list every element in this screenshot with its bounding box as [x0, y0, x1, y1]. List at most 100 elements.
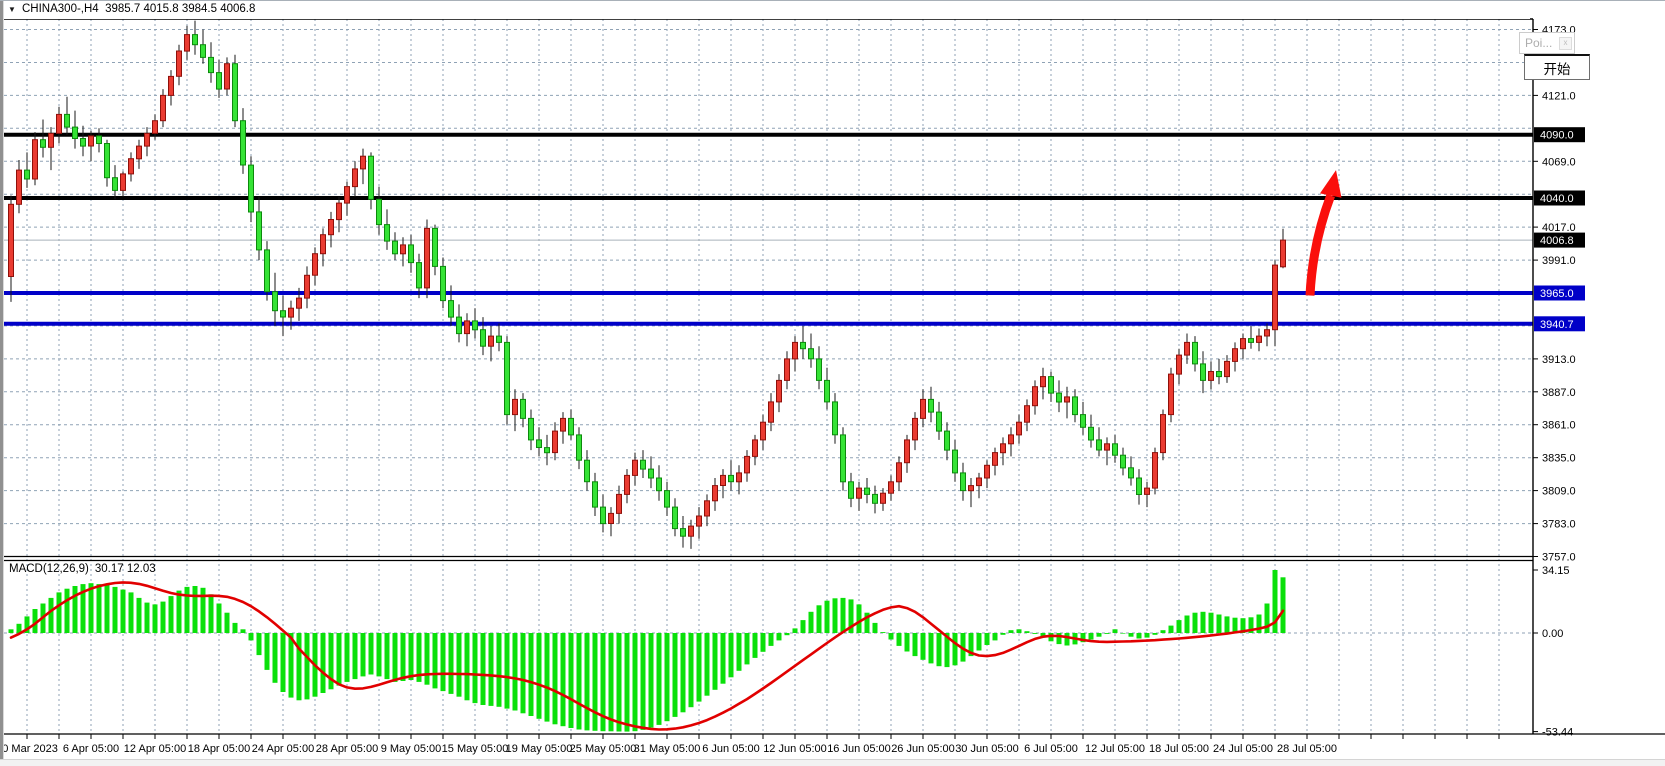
- candle: [953, 440, 958, 482]
- candle: [217, 60, 222, 98]
- macd-bar: [505, 633, 510, 709]
- macd-bar: [833, 598, 838, 633]
- time-label: 30 Jun 05:00: [955, 743, 1019, 755]
- macd-bar: [297, 633, 302, 700]
- macd-bar: [793, 628, 798, 633]
- candle: [1193, 336, 1198, 371]
- candle: [897, 456, 902, 490]
- candle: [1033, 380, 1038, 414]
- macd-histogram: [9, 570, 1286, 732]
- macd-bar: [737, 633, 742, 671]
- candle: [465, 313, 470, 346]
- candle: [865, 478, 870, 503]
- candle: [729, 460, 734, 490]
- macd-bar: [1209, 613, 1214, 633]
- candle: [617, 486, 622, 524]
- candle: [353, 161, 358, 196]
- macd-bar: [153, 604, 158, 633]
- candle: [1041, 368, 1046, 400]
- candle: [49, 127, 54, 170]
- macd-bar: [425, 633, 430, 685]
- candle: [1217, 359, 1222, 384]
- macd-bar: [193, 586, 198, 633]
- time-label: 28 Jul 05:00: [1277, 743, 1337, 755]
- candle: [529, 410, 534, 451]
- chart-canvas[interactable]: 4173.04121.04069.04017.03991.03913.03887…: [0, 1, 1665, 766]
- candle: [673, 498, 678, 536]
- candle: [785, 351, 790, 389]
- macd-bar: [929, 633, 934, 663]
- candle: [1081, 402, 1086, 435]
- macd-bar: [769, 633, 774, 646]
- macd-bar: [753, 633, 758, 658]
- macd-bar: [1105, 633, 1110, 634]
- macd-bar: [1129, 633, 1134, 637]
- macd-bar: [1025, 631, 1030, 633]
- macd-bar: [433, 633, 438, 688]
- macd-bar: [905, 633, 910, 652]
- close-icon[interactable]: x: [1559, 37, 1572, 50]
- time-label: 31 May 05:00: [634, 743, 701, 755]
- candle: [1105, 437, 1110, 465]
- macd-bar: [1089, 633, 1094, 640]
- candle: [329, 212, 334, 248]
- macd-bar: [337, 633, 342, 686]
- candle: [921, 389, 926, 427]
- candle: [1145, 482, 1150, 507]
- time-label: 15 May 05:00: [442, 743, 509, 755]
- up-arrow-annotation[interactable]: [1310, 170, 1342, 295]
- chart-title: CHINA300-,H4 3985.7 4015.8 3984.5 4006.8: [22, 3, 255, 15]
- candle: [777, 374, 782, 412]
- candle: [1121, 448, 1126, 476]
- price-label: 3861.0: [1542, 420, 1576, 432]
- candle: [17, 160, 22, 213]
- candle: [1209, 361, 1214, 389]
- macd-bar: [1065, 633, 1070, 646]
- macd-bar: [585, 633, 590, 730]
- macd-bar: [73, 586, 78, 633]
- time-axis[interactable]: 30 Mar 20236 Apr 05:0012 Apr 05:0018 Apr…: [0, 743, 1337, 755]
- candle: [489, 326, 494, 362]
- macd-bar: [185, 587, 190, 633]
- macd-bar: [481, 633, 486, 705]
- macd-bar: [537, 633, 542, 719]
- macd-bar: [777, 633, 782, 640]
- time-label: 19 May 05:00: [506, 743, 573, 755]
- candle: [521, 393, 526, 427]
- candle: [433, 225, 438, 276]
- macd-bar: [617, 633, 622, 732]
- candle: [25, 152, 30, 188]
- macd-bar: [721, 633, 726, 684]
- candle: [1001, 437, 1006, 465]
- macd-bar: [449, 633, 454, 694]
- macd-bar: [9, 629, 14, 633]
- candle: [1113, 435, 1118, 463]
- candles: [9, 21, 1286, 549]
- candle: [681, 516, 686, 548]
- candle: [977, 473, 982, 498]
- candle: [225, 57, 230, 95]
- start-button[interactable]: 开始: [1524, 54, 1590, 80]
- symbol-dropdown-icon[interactable]: ▼: [8, 5, 16, 15]
- macd-bar: [473, 633, 478, 703]
- time-label: 25 May 05:00: [570, 743, 637, 755]
- time-label: 16 Jun 05:00: [827, 743, 891, 755]
- price-axis[interactable]: 4173.04121.04069.04017.03991.03913.03887…: [1533, 25, 1585, 739]
- candle: [745, 450, 750, 482]
- candle: [321, 228, 326, 266]
- candle: [905, 435, 910, 473]
- macd-bar: [657, 633, 662, 725]
- candle: [569, 410, 574, 440]
- candle: [1281, 229, 1286, 269]
- trading-chart-window: 4173.04121.04069.04017.03991.03913.03887…: [0, 0, 1665, 766]
- candle: [545, 435, 550, 465]
- candle: [73, 111, 78, 149]
- candle: [705, 494, 710, 526]
- macd-bar: [569, 633, 574, 728]
- macd-bar: [249, 633, 254, 640]
- price-badge-label: 3940.7: [1540, 319, 1574, 331]
- candle: [137, 140, 142, 169]
- macd-bar: [897, 633, 902, 646]
- candle: [857, 482, 862, 511]
- candle: [913, 412, 918, 450]
